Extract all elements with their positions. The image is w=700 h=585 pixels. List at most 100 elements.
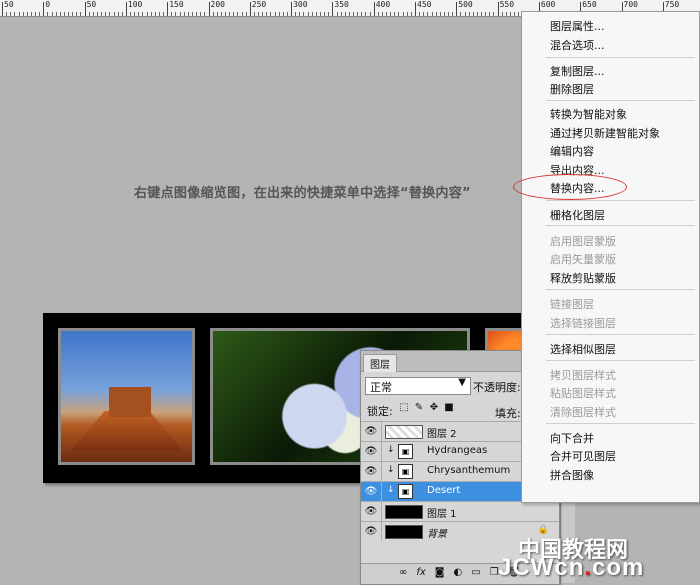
context-menu-item: 链接图层	[550, 296, 594, 312]
visibility-eye-icon[interactable]: 👁	[361, 462, 382, 481]
ruler-minor-tick	[506, 12, 507, 16]
ruler-minor-tick	[481, 12, 482, 16]
ruler-minor-tick	[299, 12, 300, 16]
ruler-minor-tick	[68, 12, 69, 16]
ruler-minor-tick	[510, 12, 511, 16]
ruler-minor-tick	[460, 12, 461, 16]
context-menu-item: 粘贴图层样式	[550, 385, 616, 401]
visibility-eye-icon[interactable]: 👁	[361, 442, 382, 461]
blend-mode-select[interactable]: 正常 ▼	[365, 377, 471, 395]
ruler-minor-tick	[427, 12, 428, 16]
ruler-minor-tick	[221, 12, 222, 16]
context-menu-item[interactable]: 转换为智能对象	[550, 106, 627, 122]
smart-object-thumbnail[interactable]: ▣	[398, 484, 413, 499]
ruler-minor-tick	[114, 12, 115, 16]
layer-name: 图层 2	[427, 425, 457, 440]
fx-icon[interactable]: fx	[416, 567, 425, 578]
context-menu-item: 启用矢量蒙版	[550, 251, 616, 267]
folder-icon[interactable]: ▭	[471, 567, 480, 578]
mask-icon[interactable]: ◙	[435, 567, 445, 578]
menu-separator	[546, 289, 695, 290]
context-menu-item[interactable]: 编辑内容	[550, 143, 594, 159]
ruler-label: 250	[252, 0, 266, 9]
ruler-minor-tick	[47, 12, 48, 16]
ruler-label: 500	[458, 0, 472, 9]
ruler-label: 150	[169, 0, 183, 9]
ruler-minor-tick	[60, 12, 61, 16]
context-menu-item[interactable]: 图层属性...	[550, 18, 605, 34]
ruler-minor-tick	[138, 12, 139, 16]
ruler-minor-tick	[217, 12, 218, 16]
lock-move-icon[interactable]: ✥	[429, 403, 439, 413]
ruler-minor-tick	[473, 12, 474, 16]
ruler-minor-tick	[270, 12, 271, 16]
context-menu-item[interactable]: 复制图层...	[550, 63, 605, 79]
context-menu-item[interactable]: 向下合并	[550, 430, 594, 446]
ruler-minor-tick	[518, 12, 519, 16]
ruler-major-tick	[167, 2, 168, 16]
context-menu-item[interactable]: 混合选项...	[550, 37, 605, 53]
context-menu-item[interactable]: 删除图层	[550, 81, 594, 97]
ruler-minor-tick	[394, 12, 395, 16]
fill-label: 填充:	[495, 405, 521, 421]
ruler-minor-tick	[353, 12, 354, 16]
layer-name: Hydrangeas	[427, 445, 487, 456]
layer-row[interactable]: 👁图层 1	[361, 501, 559, 521]
ruler-minor-tick	[357, 12, 358, 16]
context-menu-item[interactable]: 拼合图像	[550, 467, 594, 483]
smart-object-thumbnail[interactable]: ▣	[398, 464, 413, 479]
butte-shape	[109, 387, 151, 417]
smart-object-thumbnail[interactable]: ▣	[398, 444, 413, 459]
clipping-arrow-icon: ↓	[387, 445, 395, 455]
visibility-eye-icon[interactable]: 👁	[361, 502, 382, 521]
ruler-minor-tick	[324, 12, 325, 16]
layer-thumbnail[interactable]	[385, 505, 423, 519]
butte-base-shape	[71, 411, 183, 451]
lock-all-icon[interactable]: ■	[444, 403, 454, 413]
ruler-major-tick	[291, 2, 292, 16]
ruler-major-tick	[126, 2, 127, 16]
ruler-minor-tick	[89, 12, 90, 16]
layer-thumbnail[interactable]	[385, 525, 423, 539]
visibility-eye-icon[interactable]: 👁	[361, 422, 382, 441]
ruler-minor-tick	[262, 12, 263, 16]
ruler-minor-tick	[432, 12, 433, 16]
visibility-eye-icon[interactable]: 👁	[361, 482, 382, 501]
ruler-minor-tick	[184, 12, 185, 16]
ruler-minor-tick	[378, 12, 379, 16]
tab-layers[interactable]: 图层	[363, 354, 397, 372]
context-menu-item[interactable]: 选择相似图层	[550, 341, 616, 357]
ruler-label: 450	[417, 0, 431, 9]
opacity-label: 不透明度:	[473, 379, 521, 395]
ruler-minor-tick	[303, 12, 304, 16]
layer-thumbnail[interactable]	[385, 425, 423, 439]
ruler-minor-tick	[56, 12, 57, 16]
lock-transparent-icon[interactable]: ⬚	[399, 403, 409, 413]
context-menu-item[interactable]: 栅格化图层	[550, 207, 605, 223]
link-icon[interactable]: ∞	[399, 567, 407, 578]
context-menu-item: 拷贝图层样式	[550, 367, 616, 383]
ruler-major-tick	[415, 2, 416, 16]
ruler-minor-tick	[390, 12, 391, 16]
ruler-minor-tick	[76, 12, 77, 16]
lock-paint-icon[interactable]: ✎	[414, 403, 424, 413]
context-menu-item[interactable]: 合并可见图层	[550, 448, 616, 464]
clipping-arrow-icon: ↓	[387, 465, 395, 475]
ruler-label: 600	[541, 0, 555, 9]
ruler-minor-tick	[175, 12, 176, 16]
ruler-label: 750	[665, 0, 679, 9]
ruler-minor-tick	[171, 12, 172, 16]
visibility-eye-icon[interactable]: 👁	[361, 522, 382, 541]
ruler-minor-tick	[341, 12, 342, 16]
ruler-minor-tick	[196, 12, 197, 16]
context-menu-item: 启用图层蒙版	[550, 233, 616, 249]
context-menu-item[interactable]: 释放剪贴蒙版	[550, 270, 616, 286]
adjustment-icon[interactable]: ◐	[454, 567, 463, 578]
context-menu-item[interactable]: 通过拷贝新建智能对象	[550, 125, 660, 141]
ruler-minor-tick	[52, 12, 53, 16]
ruler-minor-tick	[440, 12, 441, 16]
ruler-minor-tick	[130, 12, 131, 16]
context-menu-item: 选择链接图层	[550, 315, 616, 331]
watermark-jcw: JCW	[498, 554, 554, 581]
ruler-major-tick	[209, 2, 210, 16]
